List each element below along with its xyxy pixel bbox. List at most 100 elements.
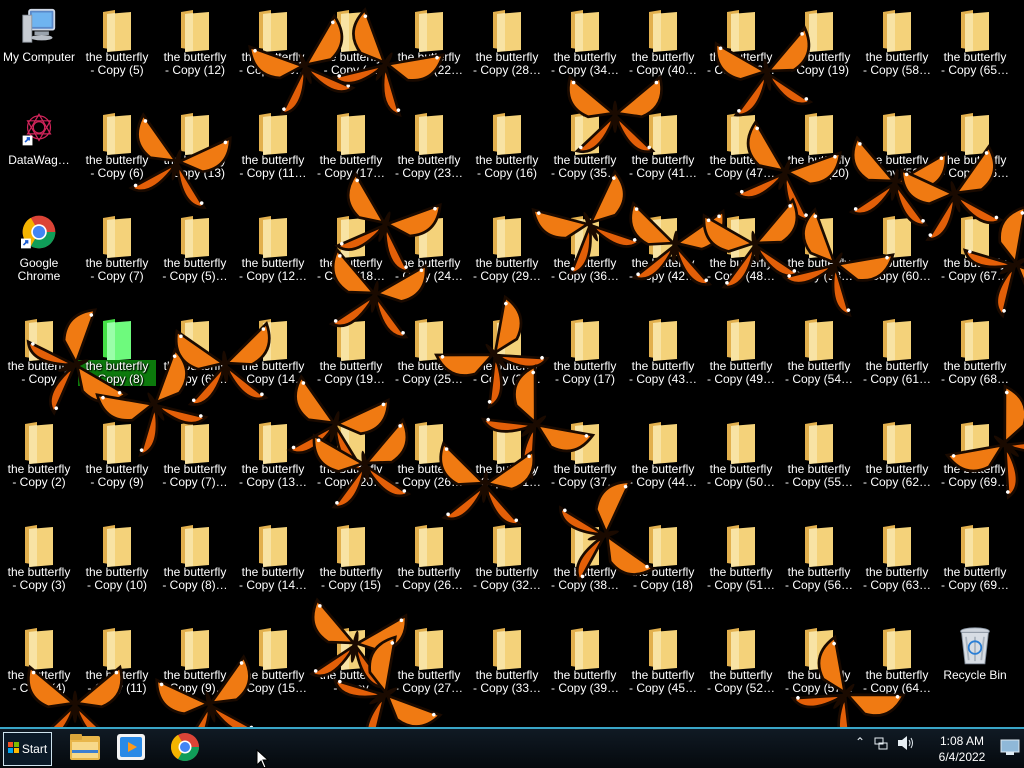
folder-icon[interactable]: the butterfly - Copy (37…	[546, 412, 624, 512]
folder-icon[interactable]: the butterfly - Copy (7)	[78, 206, 156, 306]
show-desktop-button[interactable]	[1000, 738, 1020, 758]
recycle-bin-icon[interactable]: Recycle Bin	[936, 618, 1014, 718]
folder-icon[interactable]: the butterfly - Copy (49…	[702, 309, 780, 409]
folder-icon[interactable]: the butterfly - Copy (43…	[624, 309, 702, 409]
folder-icon[interactable]: the butterfly - Copy (33…	[468, 618, 546, 718]
folder-icon[interactable]: the butterfly - Copy (27…	[390, 618, 468, 718]
folder-icon[interactable]: the butterfly - Copy (67…	[936, 206, 1014, 306]
folder-icon[interactable]: the butterfly - Copy (3)	[0, 515, 78, 615]
my-computer-icon[interactable]: My Computer	[0, 0, 78, 100]
folder-icon[interactable]: the butterfly - Copy	[312, 618, 390, 718]
folder-icon[interactable]: the butterfly - Copy (23…	[390, 103, 468, 203]
folder-icon[interactable]: the butterfly - Copy (8)…	[156, 515, 234, 615]
show-hidden-icons-icon[interactable]: ⌃	[855, 735, 865, 749]
folder-icon[interactable]: the butterfly - Copy (14…	[234, 309, 312, 409]
folder-icon[interactable]: the butterfly - Copy (10…	[234, 0, 312, 100]
folder-icon[interactable]: the butterfly - Copy (15)	[312, 515, 390, 615]
folder-icon[interactable]: the butterfly - Copy (56…	[780, 515, 858, 615]
folder-icon[interactable]: the butterfly - Copy (60…	[858, 206, 936, 306]
folder-icon[interactable]: the butterfly - Copy (38…	[546, 515, 624, 615]
folder-icon[interactable]: the butterfly - Copy (7)…	[156, 412, 234, 512]
folder-icon[interactable]: the butterfly - Copy	[0, 309, 78, 409]
folder-icon[interactable]: the butterfly - Copy (10)	[78, 515, 156, 615]
folder-icon[interactable]: the butterfly - Copy (22…	[390, 0, 468, 100]
folder-icon[interactable]: the butterfly - Copy (4)	[0, 618, 78, 718]
folder-icon[interactable]: the butterfly - Copy (68…	[936, 309, 1014, 409]
folder-icon[interactable]: the butterfly - Copy (57…	[780, 618, 858, 718]
folder-icon[interactable]: the butterfly - Copy (6)	[78, 103, 156, 203]
folder-icon[interactable]: the butterfly - Copy (58…	[858, 0, 936, 100]
folder-icon[interactable]: the butterfly - Copy (…	[312, 0, 390, 100]
google-chrome-icon[interactable]: Google Chrome	[0, 206, 78, 306]
folder-icon[interactable]: the butterfly - Copy (65…	[936, 0, 1014, 100]
folder-icon[interactable]: the butterfly - Copy (66…	[936, 103, 1014, 203]
folder-icon[interactable]: the butterfly - Copy (52…	[702, 618, 780, 718]
folder-icon[interactable]: the butterfly - Copy (5)…	[156, 206, 234, 306]
folder-icon[interactable]: the butterfly - Copy (9)…	[156, 618, 234, 718]
folder-icon[interactable]: the butterfly - Copy (12…	[234, 206, 312, 306]
folder-icon[interactable]: the butterfly - Copy (8)	[78, 309, 156, 409]
folder-icon[interactable]: the butterfly - Copy (34…	[546, 0, 624, 100]
folder-icon[interactable]: the butterfly - Copy (59…	[858, 103, 936, 203]
folder-icon[interactable]: the butterfly - Copy (47…	[702, 103, 780, 203]
folder-icon[interactable]: the butterfly - Copy (36…	[546, 206, 624, 306]
folder-icon[interactable]: the butterfly - Copy (13)	[156, 103, 234, 203]
folder-icon[interactable]: the butterfly - Copy (41…	[624, 103, 702, 203]
folder-icon[interactable]: the butterfly - Copy (26…	[390, 412, 468, 512]
folder-icon[interactable]: the butterfly - Copy (51…	[702, 515, 780, 615]
folder-icon[interactable]: the butterfly - Copy (24…	[390, 206, 468, 306]
volume-icon[interactable]	[897, 735, 915, 754]
folder-icon[interactable]: the butterfly - Copy (28…	[468, 0, 546, 100]
file-explorer-pin[interactable]	[68, 732, 102, 766]
folder-icon[interactable]: the butterfly - Copy (9)	[78, 412, 156, 512]
start-button[interactable]: Start	[3, 732, 52, 766]
folder-icon[interactable]: the butterfly - Copy (31…	[468, 412, 546, 512]
folder-icon[interactable]: the butterfly - Copy (19…	[312, 309, 390, 409]
folder-icon[interactable]: the butterfly - Copy (2)	[0, 412, 78, 512]
folder-icon[interactable]: the butterfly - Copy (18…	[312, 206, 390, 306]
folder-icon[interactable]: the butterfly - Copy (46…	[702, 0, 780, 100]
folder-icon[interactable]: the butterfly - Copy (54…	[780, 309, 858, 409]
folder-icon[interactable]: the butterfly - Copy (39…	[546, 618, 624, 718]
folder-icon[interactable]: the butterfly - Copy (69…	[936, 412, 1014, 512]
folder-icon[interactable]: the butterfly - Copy (12)	[156, 0, 234, 100]
folder-icon[interactable]: the butterfly - Copy (26…	[390, 515, 468, 615]
folder-icon[interactable]: the butterfly - Copy (45…	[624, 618, 702, 718]
folder-icon[interactable]: the butterfly - Copy (32…	[468, 515, 546, 615]
folder-icon[interactable]: the butterfly - Copy (40…	[624, 0, 702, 100]
folder-icon[interactable]: the butterfly - Copy (11…	[234, 103, 312, 203]
folder-icon[interactable]: the butterfly - Copy (69…	[936, 515, 1014, 615]
folder-icon[interactable]: the butterfly - Copy (35…	[546, 103, 624, 203]
folder-icon[interactable]: the butterfly - Copy (53…	[780, 206, 858, 306]
folder-icon[interactable]: the butterfly - Copy (63…	[858, 515, 936, 615]
media-player-pin[interactable]	[114, 732, 148, 766]
folder-icon[interactable]: the butterfly - Copy (44…	[624, 412, 702, 512]
folder-icon[interactable]: the butterfly - Copy (62…	[858, 412, 936, 512]
folder-icon[interactable]: the butterfly - Copy (15…	[234, 618, 312, 718]
folder-icon[interactable]: the butterfly - Copy (16)	[468, 103, 546, 203]
folder-icon[interactable]: the butterfly - Copy (29…	[468, 206, 546, 306]
clock[interactable]: 1:08 AM 6/4/2022	[930, 733, 994, 765]
folder-icon[interactable]: the butterfly - Copy (50…	[702, 412, 780, 512]
folder-icon[interactable]: the butterfly - Copy (20)	[780, 103, 858, 203]
folder-icon[interactable]: the butterfly - Copy (6)…	[156, 309, 234, 409]
folder-icon[interactable]: the butterfly - Copy (14…	[234, 515, 312, 615]
folder-icon[interactable]: the butterfly - Copy (20…	[312, 412, 390, 512]
datawag-icon[interactable]: DataWag…	[0, 103, 78, 203]
folder-icon[interactable]: the butterfly - Copy (11)	[78, 618, 156, 718]
folder-icon[interactable]: the butterfly - Copy (18)	[624, 515, 702, 615]
folder-icon[interactable]: the butterfly - Copy (17…	[312, 103, 390, 203]
desktop[interactable]: My Computer DataWag… Google Chrome Recycle B…	[0, 0, 1024, 727]
folder-icon[interactable]: the butterfly - Copy (61…	[858, 309, 936, 409]
chrome-pin[interactable]	[168, 732, 202, 766]
folder-icon[interactable]: the butterfly - Copy (42…	[624, 206, 702, 306]
folder-icon[interactable]: the butterfly - Copy (17)	[546, 309, 624, 409]
network-icon[interactable]	[873, 735, 889, 754]
folder-icon[interactable]: the butterfly - Copy (55…	[780, 412, 858, 512]
folder-icon[interactable]: the butterfly - Copy (48…	[702, 206, 780, 306]
folder-icon[interactable]: the butterfly - Copy (5)	[78, 0, 156, 100]
folder-icon[interactable]: the butterfly - Copy (13…	[234, 412, 312, 512]
folder-icon[interactable]: the butterfly - Copy (19)	[780, 0, 858, 100]
folder-icon[interactable]: the butterfly - Copy (25…	[390, 309, 468, 409]
folder-icon[interactable]: the butterfly - Copy (64…	[858, 618, 936, 718]
